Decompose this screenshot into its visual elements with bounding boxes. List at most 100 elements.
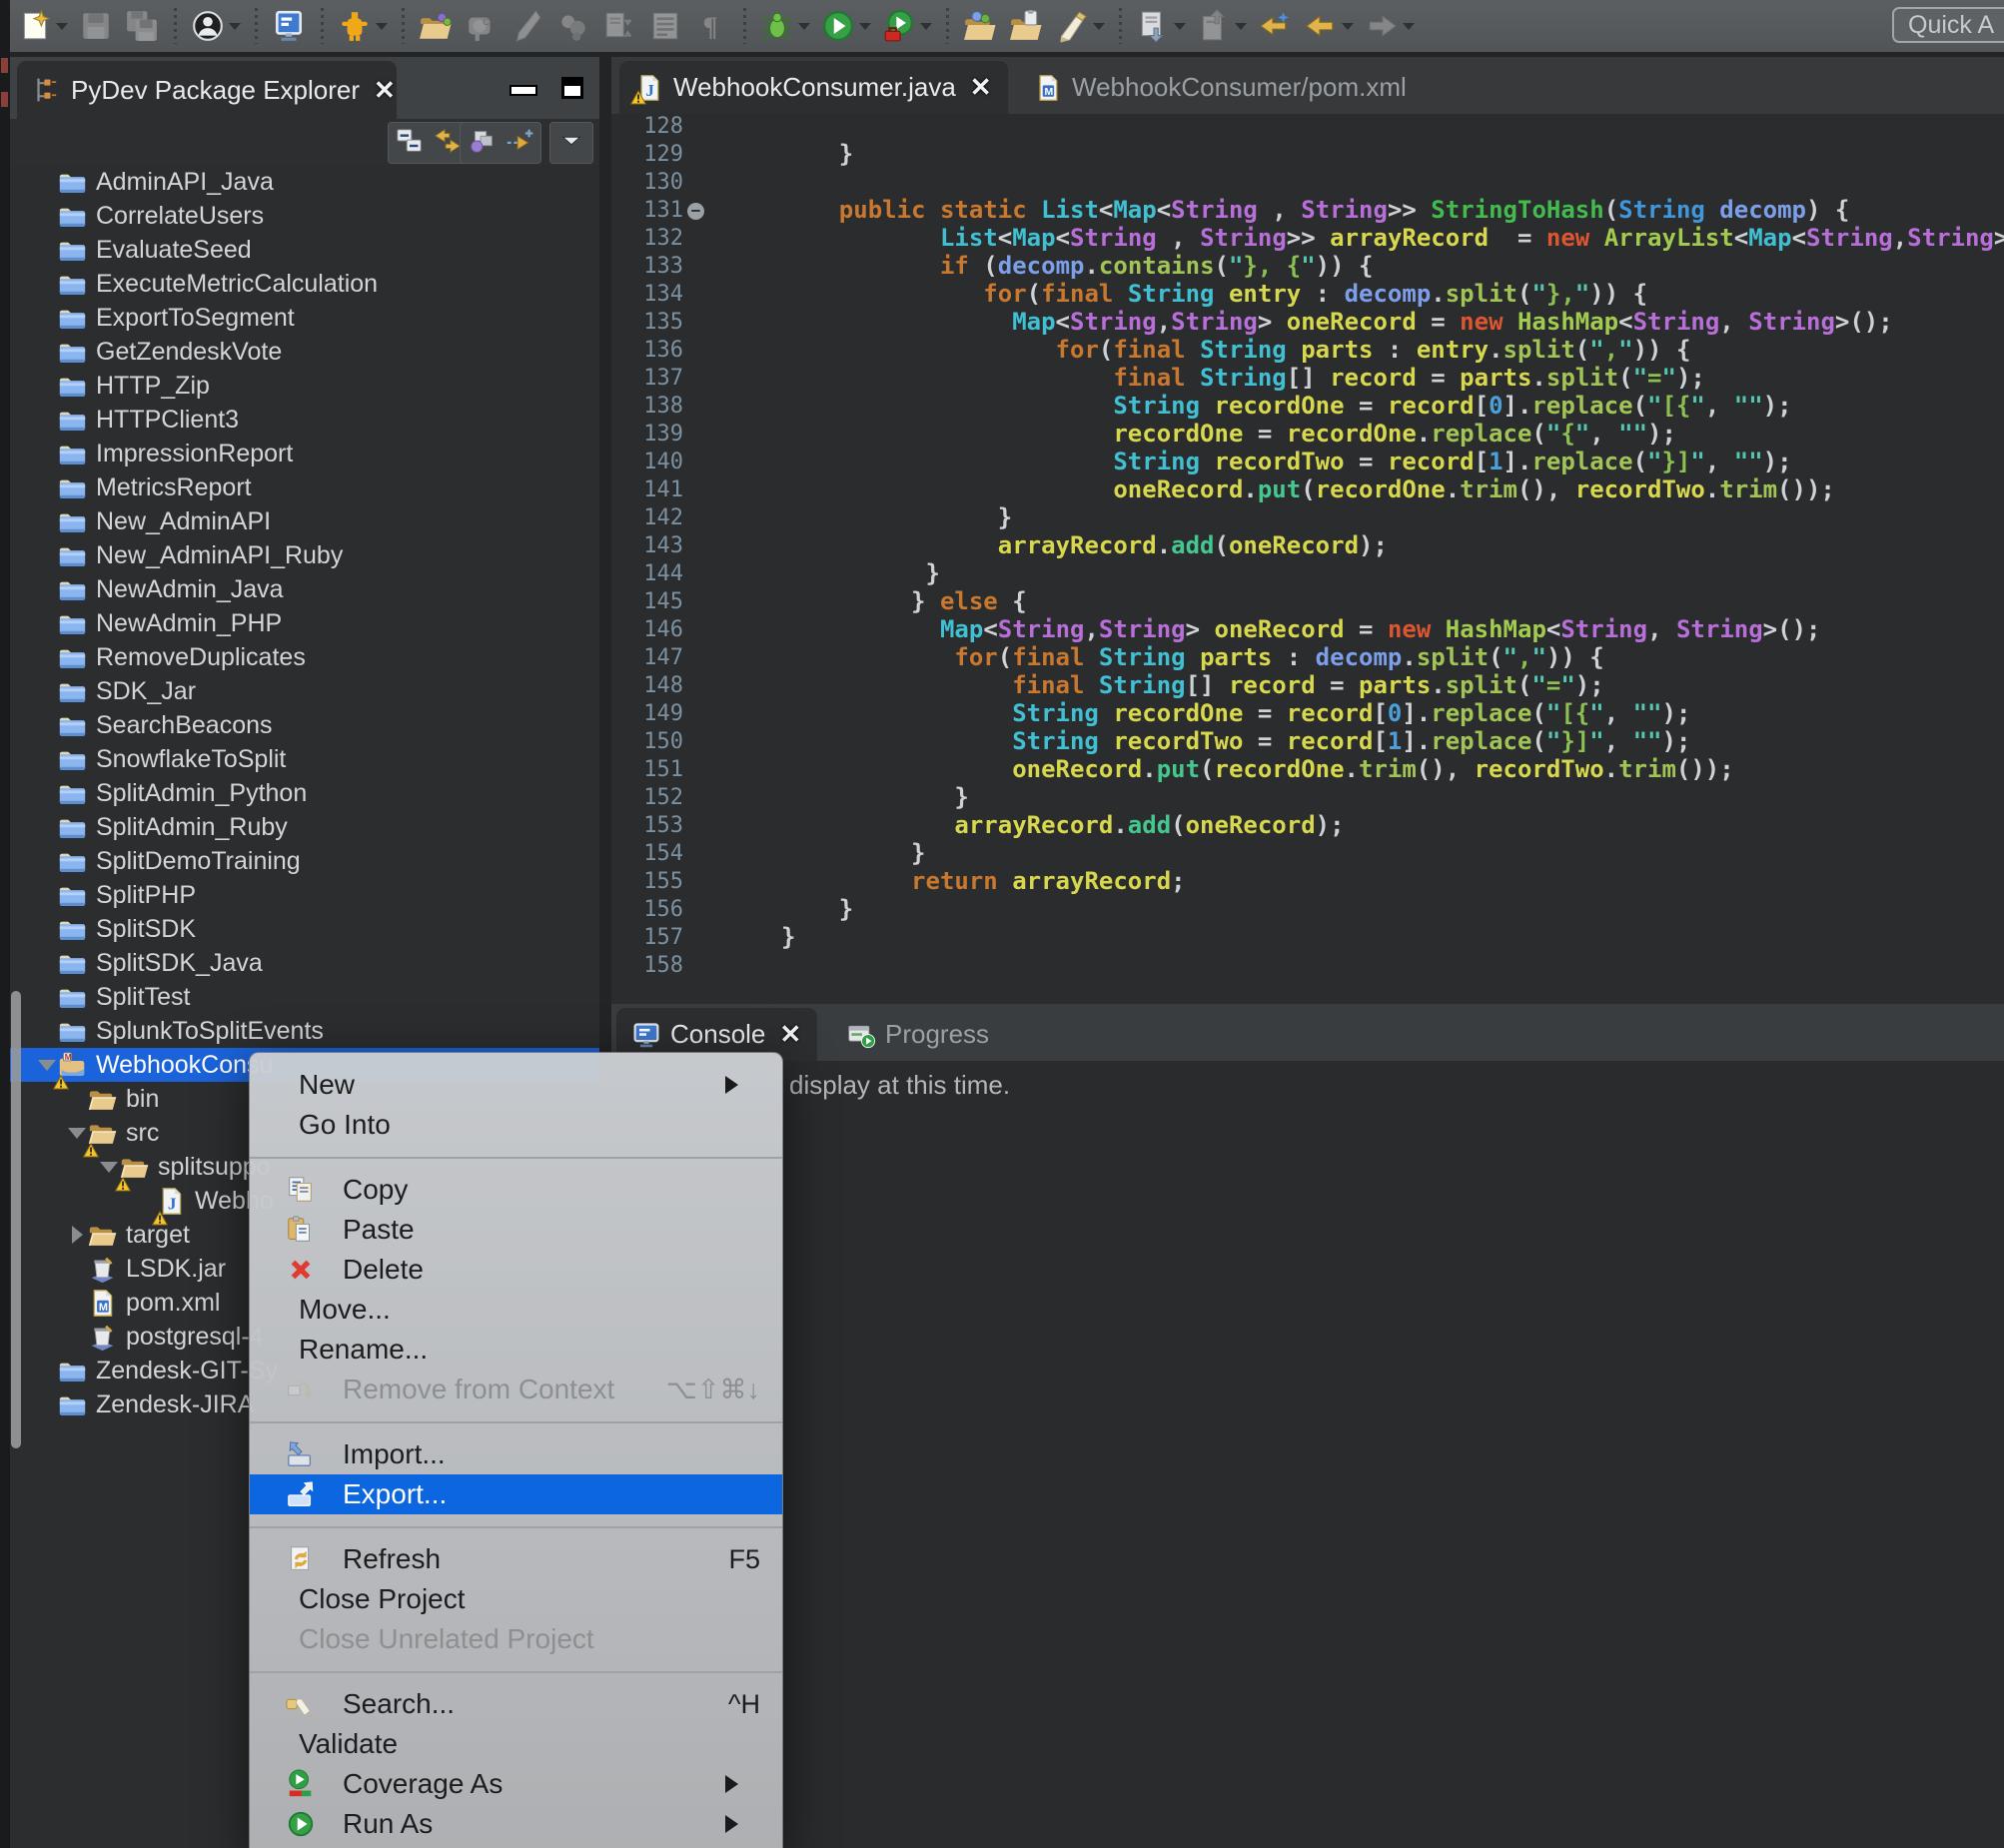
folder-closed-icon bbox=[58, 440, 87, 468]
menu-item-delete[interactable]: Delete bbox=[250, 1250, 782, 1290]
tree-item-impressionreport[interactable]: ImpressionReport bbox=[10, 437, 599, 470]
user-profile-icon[interactable] bbox=[190, 8, 226, 44]
chevron-down-icon[interactable] bbox=[859, 23, 871, 30]
menu-item-run-as[interactable]: Run As bbox=[250, 1804, 782, 1844]
tree-item-executemetriccalculation[interactable]: ExecuteMetricCalculation bbox=[10, 267, 599, 301]
tree-item-sdk-jar[interactable]: SDK_Jar bbox=[10, 674, 599, 708]
close-icon[interactable]: ✕ bbox=[970, 72, 992, 103]
doc-down-icon[interactable] bbox=[1135, 8, 1171, 44]
tab-pydev-package-explorer[interactable]: PyDev Package Explorer ✕ bbox=[17, 61, 397, 119]
code-line-136: 136 for(final String parts : entry.split… bbox=[611, 336, 2004, 364]
tree-item-searchbeacons[interactable]: SearchBeacons bbox=[10, 708, 599, 742]
tree-item-splitphp[interactable]: SplitPHP bbox=[10, 878, 599, 912]
tree-item-splunktosplitevents[interactable]: SplunkToSplitEvents bbox=[10, 1014, 599, 1048]
collapse-all-icon[interactable] bbox=[395, 126, 425, 161]
menu-shortcut: ^H bbox=[728, 1689, 760, 1720]
folder-closed-icon bbox=[58, 168, 87, 197]
tree-item-label: New_AdminAPI bbox=[96, 507, 271, 536]
quick-access-label: Quick A bbox=[1908, 11, 1994, 40]
tree-item-splitadmin-python[interactable]: SplitAdmin_Python bbox=[10, 776, 599, 810]
tree-item-newadmin-php[interactable]: NewAdmin_PHP bbox=[10, 606, 599, 640]
marker-pen-icon[interactable] bbox=[1054, 8, 1090, 44]
chevron-down-icon[interactable] bbox=[920, 23, 932, 30]
tree-item-metricsreport[interactable]: MetricsReport bbox=[10, 470, 599, 504]
gray-pair-icon bbox=[555, 8, 591, 44]
menu-item-search[interactable]: Search...^H bbox=[250, 1684, 782, 1724]
close-icon[interactable]: ✕ bbox=[779, 1019, 801, 1050]
menu-item-close-project[interactable]: Close Project bbox=[250, 1579, 782, 1619]
tree-item-removeduplicates[interactable]: RemoveDuplicates bbox=[10, 640, 599, 674]
menu-item-go-into[interactable]: Go Into bbox=[250, 1105, 782, 1145]
code-area[interactable]: 128129 }130131− public static List<Map<S… bbox=[611, 112, 2004, 979]
pydev-orange-icon[interactable] bbox=[337, 8, 373, 44]
tree-item-httpclient3[interactable]: HTTPClient3 bbox=[10, 403, 599, 437]
chevron-down-icon[interactable] bbox=[798, 23, 810, 30]
menu-item-import[interactable]: Import... bbox=[250, 1434, 782, 1474]
tree-item-correlateusers[interactable]: CorrelateUsers bbox=[10, 199, 599, 233]
run-play-icon[interactable] bbox=[820, 8, 856, 44]
menu-item-move[interactable]: Move... bbox=[250, 1290, 782, 1330]
tree-item-snowflaketosplit[interactable]: SnowflakeToSplit bbox=[10, 742, 599, 776]
open-folder-clip-icon[interactable] bbox=[1008, 8, 1044, 44]
tree-item-getzendeskvote[interactable]: GetZendeskVote bbox=[10, 335, 599, 369]
maximize-view-button[interactable] bbox=[561, 77, 583, 99]
chevron-down-icon[interactable] bbox=[56, 23, 68, 30]
code-line-145: 145 } else { bbox=[611, 587, 2004, 615]
jar-file-icon bbox=[88, 1255, 117, 1284]
close-icon[interactable]: ✕ bbox=[374, 75, 396, 106]
go-into-icon[interactable] bbox=[504, 126, 534, 161]
tree-item-exporttosegment[interactable]: ExportToSegment bbox=[10, 301, 599, 335]
tree-item-splittest[interactable]: SplitTest bbox=[10, 980, 599, 1014]
code-line-139: 139 recordOne = recordOne.replace("{", "… bbox=[611, 420, 2004, 448]
menu-item-rename[interactable]: Rename... bbox=[250, 1330, 782, 1370]
debug-bug-icon[interactable] bbox=[759, 8, 795, 44]
external-tools-icon[interactable] bbox=[881, 8, 917, 44]
editor-tab-label: WebhookConsumer/pom.xml bbox=[1072, 72, 1407, 103]
menu-item-paste[interactable]: Paste bbox=[250, 1210, 782, 1250]
back-annotation-icon[interactable] bbox=[1257, 8, 1293, 44]
link-with-editor-icon[interactable] bbox=[433, 126, 463, 161]
chevron-down-icon[interactable] bbox=[1093, 23, 1105, 30]
expand-closed-icon[interactable] bbox=[66, 1226, 88, 1244]
menu-item-export[interactable]: Export... bbox=[250, 1474, 782, 1514]
editor-tab-webhookconsumer-java[interactable]: JWebhookConsumer.java✕ bbox=[619, 61, 1008, 114]
tree-item-new-adminapi[interactable]: New_AdminAPI bbox=[10, 504, 599, 538]
package-presentation-icon[interactable] bbox=[467, 126, 497, 161]
open-wizard-folder-icon[interactable] bbox=[418, 8, 454, 44]
quick-access-box[interactable]: Quick A bbox=[1892, 7, 2004, 43]
tree-item-new-adminapi-ruby[interactable]: New_AdminAPI_Ruby bbox=[10, 538, 599, 572]
tree-item-splitsdk-java[interactable]: SplitSDK_Java bbox=[10, 946, 599, 980]
view-menu-icon[interactable] bbox=[556, 126, 586, 161]
tree-item-http-zip[interactable]: HTTP_Zip bbox=[10, 369, 599, 403]
tree-item-evaluateseed[interactable]: EvaluateSeed bbox=[10, 233, 599, 267]
explorer-toolbar-group bbox=[388, 122, 470, 164]
explorer-scrollbar[interactable] bbox=[11, 991, 21, 1448]
chevron-down-icon[interactable] bbox=[376, 23, 388, 30]
chevron-down-icon[interactable] bbox=[229, 23, 241, 30]
new-wizard-icon[interactable] bbox=[17, 8, 53, 44]
open-folder-balls-icon[interactable] bbox=[962, 8, 998, 44]
menu-item-refresh[interactable]: RefreshF5 bbox=[250, 1539, 782, 1579]
chevron-down-icon[interactable] bbox=[1342, 23, 1354, 30]
menu-item-copy[interactable]: Copy bbox=[250, 1170, 782, 1210]
menu-item-new[interactable]: New bbox=[250, 1065, 782, 1105]
chevron-down-icon[interactable] bbox=[1235, 23, 1247, 30]
console-tab-label: Console bbox=[670, 1019, 765, 1050]
line-number: 132 bbox=[611, 226, 683, 251]
tree-item-splitdemotraining[interactable]: SplitDemoTraining bbox=[10, 844, 599, 878]
fold-marker-icon[interactable]: − bbox=[687, 203, 704, 220]
console-view-icon[interactable] bbox=[271, 8, 307, 44]
menu-item-validate[interactable]: Validate bbox=[250, 1724, 782, 1764]
menu-item-coverage-as[interactable]: Coverage As bbox=[250, 1764, 782, 1804]
chevron-down-icon[interactable] bbox=[1174, 23, 1186, 30]
progress-tab-icon bbox=[847, 1021, 875, 1049]
tree-item-splitsdk[interactable]: SplitSDK bbox=[10, 912, 599, 946]
tree-item-splitadmin-ruby[interactable]: SplitAdmin_Ruby bbox=[10, 810, 599, 844]
console-tab-progress[interactable]: Progress bbox=[831, 1008, 1005, 1061]
editor-tab-webhookconsumer-pom-xml[interactable]: MWebhookConsumer/pom.xml bbox=[1018, 61, 1423, 114]
tree-item-newadmin-java[interactable]: NewAdmin_Java bbox=[10, 572, 599, 606]
back-arrow-icon[interactable] bbox=[1303, 8, 1339, 44]
minimize-view-button[interactable] bbox=[509, 85, 537, 96]
tree-item-adminapi-java[interactable]: AdminAPI_Java bbox=[10, 165, 599, 199]
chevron-down-icon[interactable] bbox=[1403, 23, 1415, 30]
